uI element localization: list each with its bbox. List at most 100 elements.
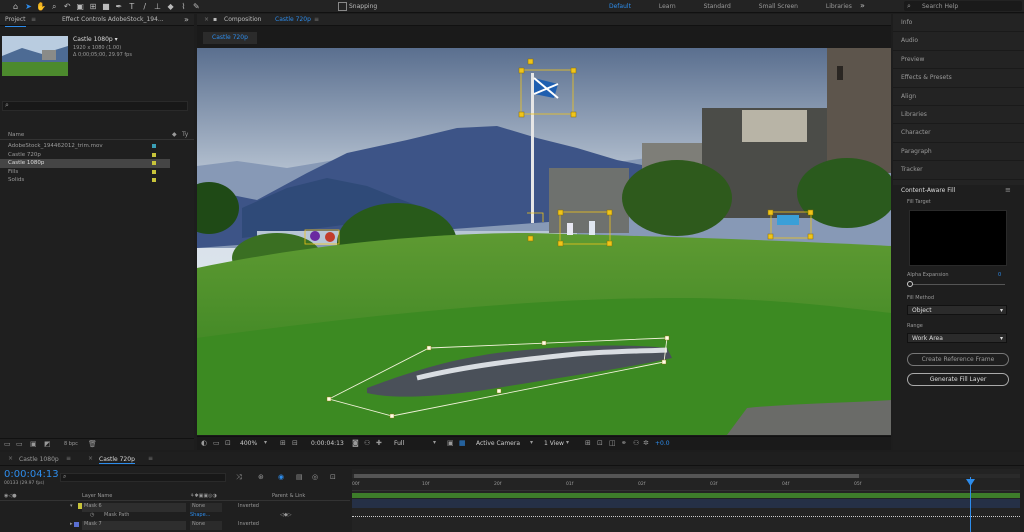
snapshot-camera-icon[interactable]: ◙: [352, 439, 359, 447]
draft-3d-icon[interactable]: ⊛: [258, 473, 264, 481]
panel-character[interactable]: Character: [893, 124, 1024, 143]
time-ruler[interactable]: 00f 10f 20f 01f 02f 03f 04f 05f: [352, 481, 1020, 491]
workspace-small-screen[interactable]: Small Screen: [759, 3, 798, 10]
frame-blending-icon[interactable]: ▤: [296, 473, 303, 481]
panel-menu-icon[interactable]: ≡: [31, 14, 36, 26]
composition-viewer[interactable]: [197, 48, 891, 435]
new-folder-icon[interactable]: ▭: [16, 440, 23, 448]
time-navigator-range[interactable]: [354, 474, 859, 478]
snapping-checkbox[interactable]: [338, 2, 347, 11]
chevron-down-icon[interactable]: ▾: [530, 439, 533, 446]
panel-menu-icon[interactable]: ≡: [148, 455, 153, 462]
viewer-timecode[interactable]: 0:00:04:13: [311, 440, 344, 447]
bpc-label[interactable]: 8 bpc: [64, 441, 78, 447]
region-of-interest-icon[interactable]: ▣: [447, 439, 454, 447]
home-icon[interactable]: ⌂: [10, 1, 21, 12]
panel-preview[interactable]: Preview: [893, 51, 1024, 70]
view-layout-select[interactable]: 1 View: [544, 440, 564, 447]
comp-lock-icon[interactable]: ▪: [213, 14, 217, 26]
mask-color-swatch[interactable]: [74, 522, 79, 527]
shape-tool-icon[interactable]: ■: [100, 1, 111, 12]
color-channel-icon[interactable]: ✚: [376, 439, 382, 447]
monitor-icon[interactable]: ▭: [213, 439, 220, 447]
clone-stamp-tool-icon[interactable]: ⊥: [152, 1, 163, 12]
pen-tool-icon[interactable]: ✒: [113, 1, 124, 12]
mask-mode-select[interactable]: None: [190, 503, 222, 512]
shy-layers-icon[interactable]: ◉: [278, 473, 284, 481]
layer-duration-bar[interactable]: [352, 499, 1020, 508]
mask-mode-select[interactable]: None: [190, 521, 222, 530]
workspace-standard[interactable]: Standard: [704, 3, 731, 10]
generate-fill-layer-button[interactable]: Generate Fill Layer: [907, 373, 1009, 386]
timeline-icon[interactable]: ◫: [609, 439, 616, 447]
panel-info[interactable]: Info: [893, 14, 1024, 33]
guides-icon[interactable]: ⊡: [225, 439, 231, 447]
brush-tool-icon[interactable]: /: [139, 1, 150, 12]
hand-tool-icon[interactable]: ✋: [36, 1, 47, 12]
resolution-select[interactable]: Full: [394, 440, 404, 447]
toggle-pixel-aspect-icon[interactable]: ⊞: [585, 439, 591, 447]
alpha-expansion-slider[interactable]: [909, 284, 1005, 285]
range-select[interactable]: Work Area ▾: [907, 333, 1007, 343]
workspace-default[interactable]: Default: [609, 3, 631, 10]
timeline-search-input[interactable]: ⌕: [60, 473, 226, 482]
comp-flowchart-icon[interactable]: ⚭: [621, 439, 627, 447]
composition-flowchart-icon[interactable]: ⤨: [236, 473, 242, 482]
layer-name[interactable]: Mask 6: [82, 503, 186, 512]
fill-method-select[interactable]: Object ▾: [907, 305, 1007, 315]
reset-exposure-icon[interactable]: ✲: [643, 439, 649, 447]
flowchart-icon[interactable]: ⚇: [633, 439, 639, 447]
tab-castle-720p[interactable]: Castle 720p: [99, 456, 135, 464]
chevron-down-icon[interactable]: ▾: [566, 439, 569, 446]
panel-menu-icon[interactable]: ≡: [314, 14, 319, 26]
create-reference-frame-button[interactable]: Create Reference Frame: [907, 353, 1009, 366]
expand-arrow-icon[interactable]: ▾: [70, 503, 73, 509]
panel-menu-icon[interactable]: ≡: [66, 455, 71, 462]
project-item-solids-folder[interactable]: Solids: [0, 176, 170, 185]
motion-blur-icon[interactable]: ◎: [312, 473, 318, 481]
type-tool-icon[interactable]: T: [126, 1, 137, 12]
column-parent[interactable]: Parent & Link: [272, 493, 305, 499]
project-item-castle-1080p[interactable]: Castle 1080p: [0, 159, 170, 168]
mask-path-keyframes[interactable]: [352, 516, 1020, 517]
workspace-overflow-icon[interactable]: »: [860, 1, 865, 10]
panel-align[interactable]: Align: [893, 88, 1024, 106]
chevron-down-icon[interactable]: ▾: [433, 439, 436, 446]
close-icon[interactable]: ×: [204, 14, 209, 26]
tab-project[interactable]: Project: [5, 14, 26, 27]
alpha-expansion-value[interactable]: 0: [998, 272, 1001, 278]
zoom-tool-icon[interactable]: ⌕: [49, 1, 60, 12]
rotate-tool-icon[interactable]: ↶: [62, 1, 73, 12]
inverted-checkbox-label[interactable]: Inverted: [238, 503, 259, 509]
expand-arrow-icon[interactable]: ▸: [70, 521, 73, 527]
project-item-fills-folder[interactable]: Fills: [0, 168, 170, 177]
panel-effects-presets[interactable]: Effects & Presets: [893, 69, 1024, 88]
slider-handle[interactable]: [907, 281, 913, 287]
preview-title[interactable]: Castle 1080p ▾: [73, 36, 118, 43]
layer-row[interactable]: ▸ Mask 7 None Inverted: [0, 521, 350, 530]
always-preview-icon[interactable]: ◐: [201, 439, 207, 447]
graph-editor-icon[interactable]: ⊡: [330, 473, 336, 481]
keyframe-nav-icon[interactable]: ◁◆▷: [280, 512, 292, 518]
inverted-checkbox-label[interactable]: Inverted: [238, 521, 259, 527]
panel-overflow-icon[interactable]: »: [184, 14, 189, 26]
time-navigator[interactable]: [352, 474, 1020, 478]
layer-row[interactable]: ◷ Mask Path Shape... ◁◆▷: [0, 512, 350, 521]
zoom-level[interactable]: 400%: [240, 440, 257, 447]
panel-tracker[interactable]: Tracker: [893, 161, 1024, 180]
timeline-timecode[interactable]: 0:00:04:13: [4, 469, 59, 480]
close-icon[interactable]: ×: [8, 455, 13, 462]
comp-tab-name[interactable]: Castle 720p: [275, 14, 311, 26]
safe-margins-icon[interactable]: ⊞: [280, 439, 286, 447]
panel-menu-icon[interactable]: ≡: [1005, 186, 1011, 194]
transparency-grid-icon[interactable]: ▦: [459, 439, 466, 447]
stopwatch-icon[interactable]: ◷: [90, 512, 94, 518]
camera-select[interactable]: Active Camera: [476, 440, 520, 447]
column-name[interactable]: Name: [8, 132, 24, 138]
workspace-libraries[interactable]: Libraries: [826, 3, 852, 10]
camera-tool-icon[interactable]: ▣: [75, 1, 86, 12]
delete-icon[interactable]: 🗑: [88, 440, 97, 448]
layer-row[interactable]: ▾ Mask 6 None Inverted: [0, 503, 350, 512]
tab-castle-1080p[interactable]: Castle 1080p: [19, 456, 59, 463]
column-layer-name[interactable]: Layer Name: [82, 493, 112, 499]
